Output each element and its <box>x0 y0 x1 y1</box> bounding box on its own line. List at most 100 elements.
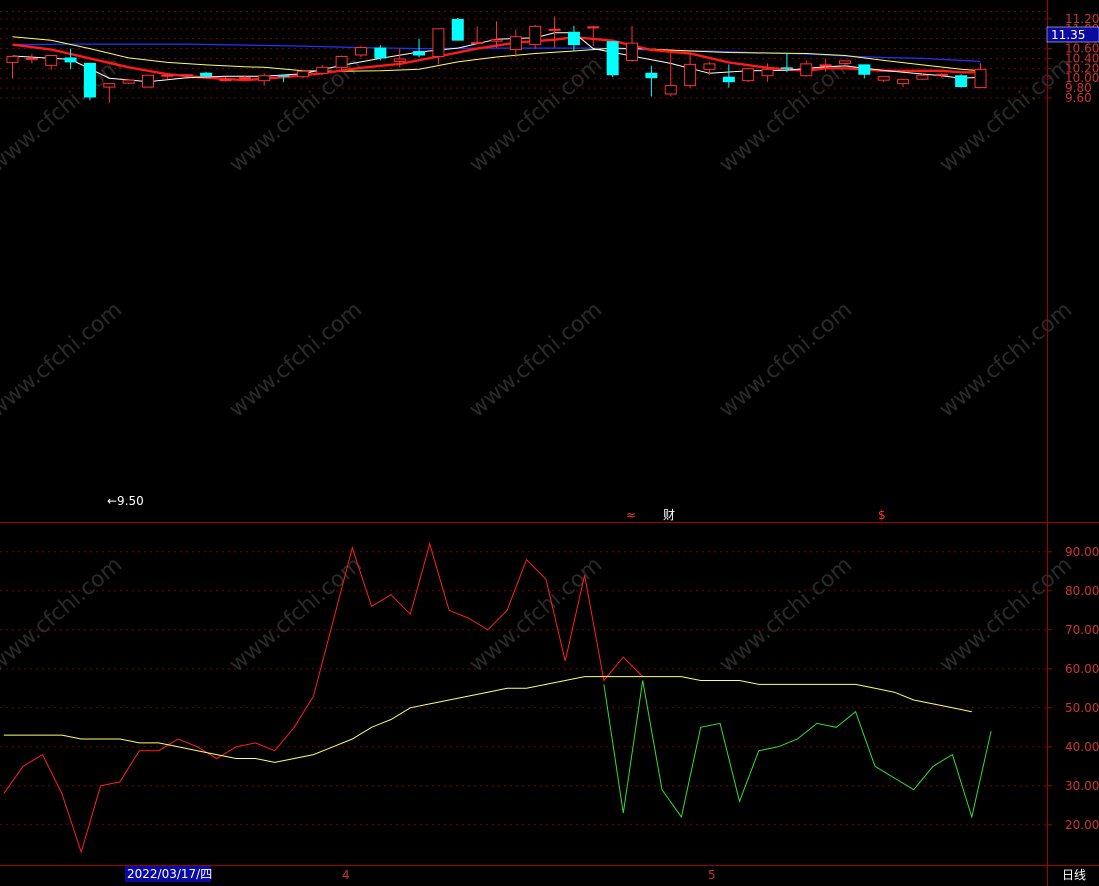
candle[interactable] <box>25 53 38 64</box>
candle-body <box>45 54 58 66</box>
candle[interactable] <box>974 63 987 89</box>
candle-body <box>838 60 851 64</box>
candle-body <box>897 79 910 85</box>
candle[interactable] <box>490 21 503 48</box>
candle-body <box>800 63 813 77</box>
y-tick-label: 50.00 <box>1065 701 1099 715</box>
candle-body <box>258 75 271 82</box>
candle-body <box>393 58 406 62</box>
candle-body <box>916 74 929 80</box>
period-label[interactable]: 日线 <box>1062 868 1086 882</box>
watermark: www.cfchi.com <box>0 297 127 422</box>
watermarks: www.cfchi.com www.cfchi.com www.cfchi.com w… <box>0 52 1077 677</box>
month-label-5: 5 <box>708 868 716 882</box>
candle[interactable] <box>645 65 658 97</box>
candle-body <box>490 39 503 42</box>
candle-body <box>645 72 658 79</box>
candle[interactable] <box>626 25 639 62</box>
watermark: www.cfchi.com <box>0 552 127 677</box>
watermark: www.cfchi.com <box>225 552 367 677</box>
candle[interactable] <box>258 73 271 86</box>
candle-body <box>25 57 38 60</box>
candle[interactable] <box>935 73 948 78</box>
y-tick-label: 30.00 <box>1065 779 1099 793</box>
candle-body <box>122 79 135 84</box>
candle-body <box>877 76 890 81</box>
indicator-line-3 <box>3 676 972 763</box>
event-marker-3[interactable]: $ <box>878 508 886 522</box>
watermark: www.cfchi.com <box>715 552 857 677</box>
candle-body <box>277 75 290 77</box>
candle-body <box>780 67 793 69</box>
candle[interactable] <box>142 74 155 88</box>
candle[interactable] <box>219 76 232 82</box>
candle-body <box>761 68 774 77</box>
candle-body <box>742 68 755 82</box>
candle-body <box>83 62 96 98</box>
candle-body <box>819 64 832 67</box>
candle[interactable] <box>955 74 968 88</box>
candle[interactable] <box>800 60 813 77</box>
candle[interactable] <box>64 48 77 70</box>
candle[interactable] <box>83 62 96 101</box>
candle-body <box>335 55 348 68</box>
candle[interactable] <box>354 46 367 58</box>
candle-body <box>509 36 522 51</box>
stock-chart[interactable]: www.cfchi.com www.cfchi.com www.cfchi.com w… <box>0 0 1099 886</box>
candle[interactable] <box>45 54 58 70</box>
candle-body <box>432 28 445 57</box>
watermark: www.cfchi.com <box>465 552 607 677</box>
y-tick-label: 70.00 <box>1065 623 1099 637</box>
candle-body <box>180 74 193 77</box>
candle-body <box>722 76 735 83</box>
watermark: www.cfchi.com <box>225 297 367 422</box>
indicator-lines <box>3 542 992 854</box>
candle-body <box>374 47 387 59</box>
event-marker-1[interactable]: ≈ <box>626 508 636 522</box>
watermark: www.cfchi.com <box>465 52 607 177</box>
candle-body <box>161 74 174 77</box>
candle[interactable] <box>664 52 677 97</box>
candle[interactable] <box>103 83 116 103</box>
date-label: 2022/03/17/四 <box>127 867 212 881</box>
candle[interactable] <box>451 17 464 41</box>
candle-body <box>684 63 697 87</box>
candle[interactable] <box>316 64 329 75</box>
candle[interactable] <box>606 41 619 78</box>
candle-body <box>974 68 987 89</box>
candle-body <box>451 18 464 41</box>
y-tick-label: 80.00 <box>1065 584 1099 598</box>
candle-body <box>664 85 677 95</box>
candle-body <box>413 51 426 56</box>
candle[interactable] <box>877 76 890 83</box>
event-marker-2[interactable]: 财 <box>663 508 675 522</box>
candle-body <box>142 74 155 88</box>
candle-body <box>529 25 542 46</box>
candle[interactable] <box>529 24 542 49</box>
candle[interactable] <box>509 29 522 57</box>
watermark: www.cfchi.com <box>935 552 1077 677</box>
candle[interactable] <box>858 64 871 79</box>
candle-body <box>200 72 213 77</box>
candle[interactable] <box>432 28 445 65</box>
y-tick-label: 90.00 <box>1065 545 1099 559</box>
candle[interactable] <box>684 52 697 89</box>
candle[interactable] <box>567 25 580 51</box>
candle-body <box>548 28 561 31</box>
candle[interactable] <box>548 16 561 48</box>
candle[interactable] <box>897 78 910 88</box>
y-tick-label: 40.00 <box>1065 740 1099 754</box>
indicator-line-2 <box>603 680 992 819</box>
candle[interactable] <box>296 69 309 79</box>
candle-body <box>587 26 600 29</box>
watermark: www.cfchi.com <box>465 297 607 422</box>
current-price-label: 11.35 <box>1051 28 1085 42</box>
candle[interactable] <box>742 67 755 83</box>
candle[interactable] <box>200 71 213 77</box>
candle-body <box>316 66 329 74</box>
y-tick-label: 60.00 <box>1065 662 1099 676</box>
candle-body <box>6 55 19 63</box>
candle-body <box>64 57 77 63</box>
candle-body <box>471 42 484 45</box>
candle[interactable] <box>6 55 19 79</box>
